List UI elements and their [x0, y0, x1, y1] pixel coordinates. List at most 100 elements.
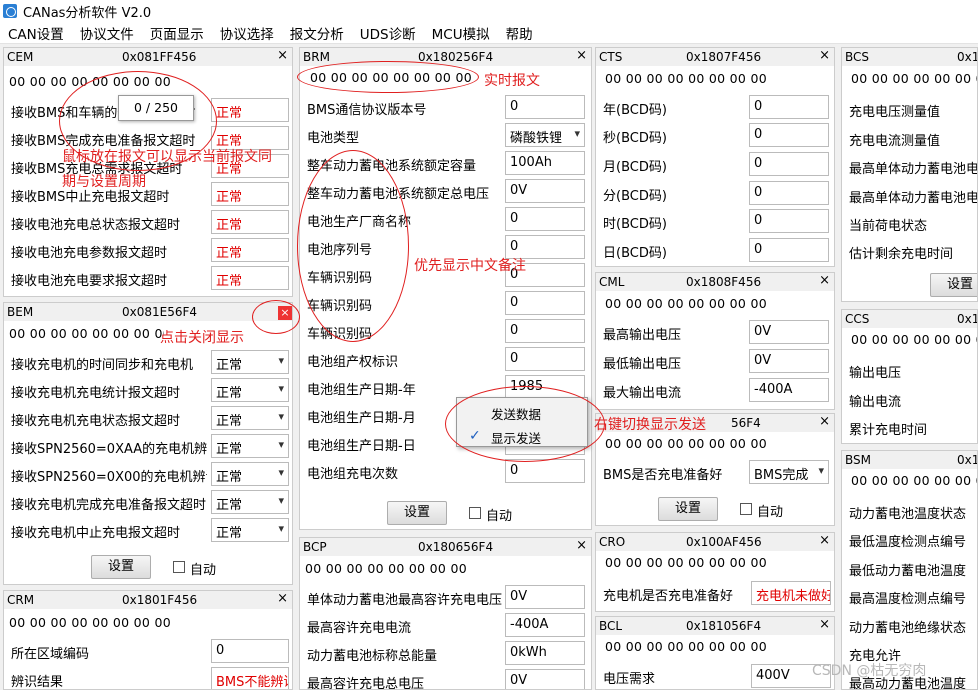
panel-header: CML 0x1808F456 × [596, 273, 834, 291]
panel-header: BCP 0x180656F4 × [300, 538, 591, 556]
menu-help[interactable]: 帮助 [498, 23, 541, 43]
panel-header: CRO 0x100AF456 × [596, 533, 834, 551]
field-label: 接收充电机完成充电准备报文超时 [11, 498, 207, 513]
status-dropdown[interactable]: 正常 [211, 490, 289, 514]
field-label: 所在区域编码 [11, 647, 90, 662]
close-icon[interactable]: × [576, 48, 587, 63]
field-value: 0V [505, 669, 585, 689]
panel-id: 0x1808F456 [686, 275, 762, 289]
auto-label: 自动 [757, 505, 784, 520]
menu-mcu-simulation[interactable]: MCU模拟 [424, 23, 498, 43]
status-dropdown[interactable]: 正常 [211, 378, 289, 402]
panel-id: 0x1807F456 [686, 50, 762, 64]
field-label: 接收充电机中止充电报文超时 [11, 526, 181, 541]
panel-id: 0x100AF456 [686, 535, 762, 549]
close-icon[interactable]: × [819, 414, 830, 429]
bcs-panel: BCS 0x1 00 00 00 00 00 00 00 00 充电电压测量值 … [841, 47, 978, 302]
field-row: 所在区域编码 0 [9, 638, 289, 664]
field-label: 最高容许充电电流 [307, 621, 412, 636]
close-icon[interactable]: × [277, 48, 288, 63]
status-dropdown[interactable]: 正常 [211, 434, 289, 458]
set-button[interactable]: 设置 [658, 497, 718, 521]
field-label: BMS是否充电准备好 [603, 468, 723, 483]
set-button[interactable]: 设置 [387, 501, 447, 525]
field-value: 0 [505, 347, 585, 371]
menu-protocol-select[interactable]: 协议选择 [212, 23, 282, 43]
menu-page-display[interactable]: 页面显示 [142, 23, 212, 43]
hex-data: 00 00 00 00 00 00 00 00 [605, 555, 767, 570]
auto-label: 自动 [486, 509, 513, 524]
menu-protocol-file[interactable]: 协议文件 [72, 23, 142, 43]
field-label: 最低输出电压 [603, 357, 682, 372]
button-row: 设置 自动 [300, 501, 591, 525]
annotation-right-click: 右键切换显示发送 [594, 417, 706, 433]
field-label: 最低动力蓄电池温度 [849, 564, 967, 579]
annotation-chinese-first: 优先显示中文备注 [414, 258, 526, 274]
hex-data: 00 00 00 00 00 00 00 00 [9, 615, 171, 630]
field-label: 秒(BCD码) [603, 131, 667, 146]
field-row: 最低动力蓄电池温度 [847, 555, 977, 581]
field-row: 接收充电机的时间同步和充电机 正常 [9, 349, 289, 375]
status-dropdown[interactable]: 正常 [211, 406, 289, 430]
field-label: 日(BCD码) [603, 246, 667, 261]
panel-id: 0x081FF456 [122, 50, 197, 64]
menu-message-analysis[interactable]: 报文分析 [282, 23, 352, 43]
auto-checkbox[interactable] [469, 507, 481, 519]
field-row: 电池组产权标识 0 [305, 346, 586, 372]
field-label: 最大输出电流 [603, 386, 682, 401]
field-row: 接收电池充电要求报文超时 正常 [9, 265, 289, 291]
hex-data: 00 00 00 00 00 00 00 00 [851, 473, 977, 488]
close-icon[interactable]: × [277, 591, 288, 606]
panel-name: CRO [599, 535, 626, 549]
field-value: 0 [505, 291, 585, 315]
field-row: 动力蓄电池标称总能量 0kWh [305, 640, 586, 666]
watermark: CSDN @枯无穷肉 [812, 663, 927, 679]
battery-type-dropdown[interactable]: 磷酸铁锂 [505, 123, 585, 147]
close-icon[interactable]: × [819, 617, 830, 632]
field-row: 电池类型 磷酸铁锂 [305, 122, 586, 148]
status-dropdown[interactable]: 正常 [211, 518, 289, 542]
menu-uds-diagnosis[interactable]: UDS诊断 [352, 23, 424, 43]
panel-id: 0x180656F4 [418, 540, 494, 554]
field-row: 接收SPN2560=0XAA的充电机辨识 正常 [9, 433, 289, 459]
field-row: BMS是否充电准备好 BMS完成 [601, 459, 829, 485]
bms-ready-dropdown[interactable]: BMS完成 [749, 460, 829, 484]
field-row: 当前荷电状态 [847, 210, 977, 236]
status-dropdown[interactable]: 正常 [211, 462, 289, 486]
panel-id: 0x1 [957, 50, 978, 64]
close-icon[interactable]: × [576, 538, 587, 553]
app-icon [3, 4, 17, 18]
field-label: 最高单体动力蓄电池电压 [849, 162, 978, 177]
menu-can-settings[interactable]: CAN设置 [0, 23, 72, 43]
button-row: 设置 自动 [4, 555, 292, 579]
auto-checkbox[interactable] [740, 503, 752, 515]
field-value: 正常 [211, 210, 289, 234]
field-label: 接收SPN2560=0XAA的充电机辨识 [11, 442, 207, 457]
field-row: 动力蓄电池温度状态 [847, 498, 977, 524]
field-value: 0 [749, 238, 829, 262]
field-row: 接收SPN2560=0X00的充电机辨识 正常 [9, 461, 289, 487]
auto-label: 自动 [190, 563, 217, 578]
panel-header: CEM 0x081FF456 × [4, 48, 292, 66]
close-icon[interactable]: × [819, 273, 830, 288]
close-icon[interactable]: × [819, 48, 830, 63]
field-label: 充电电流测量值 [849, 134, 941, 149]
field-value: 正常 [211, 98, 289, 122]
panel-name: BSM [845, 453, 871, 467]
set-button[interactable]: 设置 [930, 273, 977, 297]
field-row: 秒(BCD码) 0 [601, 122, 829, 148]
auto-checkbox[interactable] [173, 561, 185, 573]
status-dropdown[interactable]: 正常 [211, 350, 289, 374]
field-label: 最高容许充电总电压 [307, 677, 425, 690]
field-label: 最高输出电压 [603, 328, 682, 343]
close-icon[interactable]: × [819, 533, 830, 548]
field-label: 分(BCD码) [603, 189, 667, 204]
field-label: 输出电流 [849, 395, 902, 410]
field-row: 接收电池充电参数报文超时 正常 [9, 237, 289, 263]
panel-id: 56F4 [731, 416, 761, 430]
set-button[interactable]: 设置 [91, 555, 151, 579]
field-label: 辨识结果 [11, 675, 64, 690]
field-value: 0 [211, 639, 289, 663]
annotation-close-hint: 点击关闭显示 [160, 330, 244, 346]
annotation-ellipse [445, 386, 605, 462]
